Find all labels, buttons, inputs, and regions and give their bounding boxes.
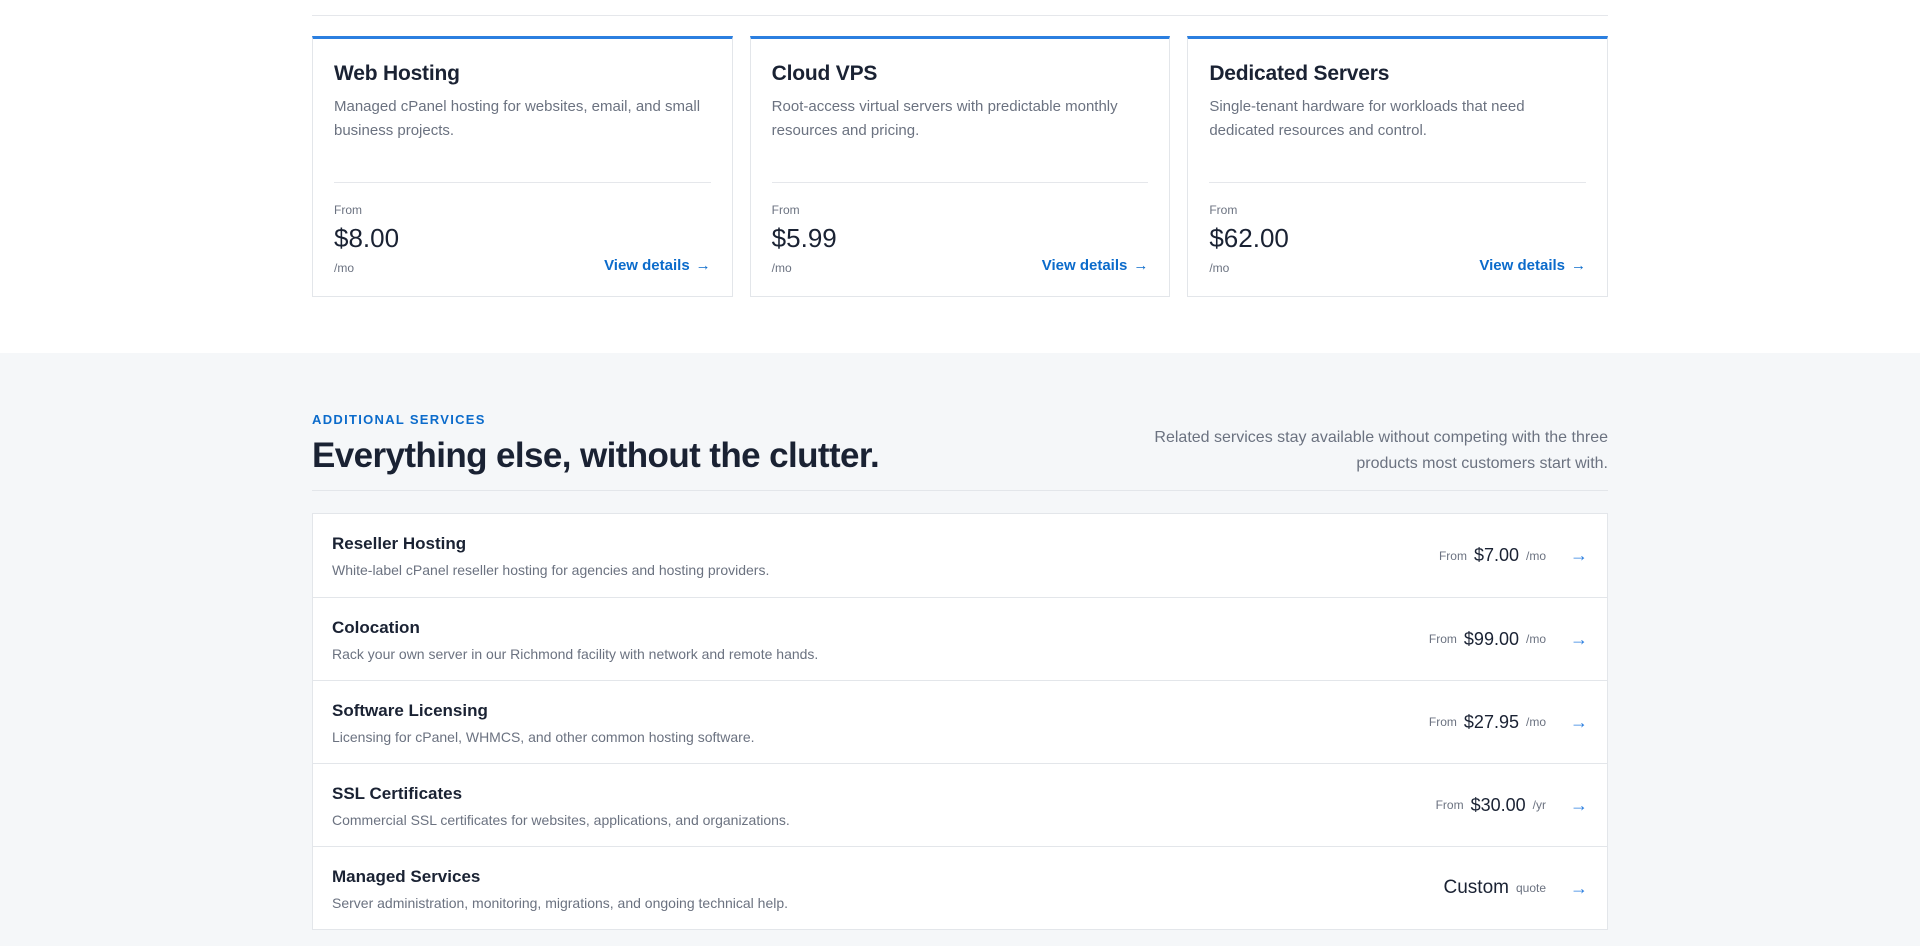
arrow-right-icon[interactable]: → xyxy=(1570,629,1588,650)
plan-from-label: From xyxy=(1209,203,1238,217)
view-details-link[interactable]: View details → xyxy=(604,257,711,274)
service-price-unit: /mo xyxy=(1525,715,1546,729)
service-row-reseller-hosting[interactable]: Reseller Hosting White-label cPanel rese… xyxy=(313,514,1607,597)
service-from-label: From xyxy=(1438,548,1467,563)
plan-title: Cloud VPS xyxy=(771,62,878,85)
arrow-right-icon: → xyxy=(695,257,711,274)
section-divider xyxy=(312,490,1608,491)
plan-divider xyxy=(771,182,1149,183)
service-description: Server administration, monitoring, migra… xyxy=(332,895,789,911)
service-pricing: From $99.00 /mo → xyxy=(1429,598,1588,680)
service-price: Custom xyxy=(1443,877,1509,898)
service-price: $99.00 xyxy=(1463,628,1519,649)
services-list: Reseller Hosting White-label cPanel rese… xyxy=(312,513,1608,930)
view-details-label: View details xyxy=(1041,257,1128,274)
top-divider xyxy=(312,15,1608,16)
service-price: $27.95 xyxy=(1463,711,1519,732)
plan-card-web-hosting[interactable]: Web Hosting Managed cPanel hosting for w… xyxy=(312,36,733,297)
service-pricing: From $30.00 /yr → xyxy=(1436,764,1588,846)
plan-card-cloud-vps[interactable]: Cloud VPS Root-access virtual servers wi… xyxy=(749,36,1171,297)
service-row-software-licensing[interactable]: Software Licensing Licensing for cPanel,… xyxy=(313,680,1607,763)
service-row-colocation[interactable]: Colocation Rack your own server in our R… xyxy=(313,597,1607,680)
plan-description: Managed cPanel hosting for websites, ema… xyxy=(334,98,701,139)
page: Web Hosting Managed cPanel hosting for w… xyxy=(0,0,1920,946)
plan-price-unit: /mo xyxy=(1209,261,1230,275)
plan-from-label: From xyxy=(334,203,362,217)
service-name: Software Licensing xyxy=(332,701,488,720)
arrow-right-icon: → xyxy=(1571,257,1587,274)
arrow-right-icon[interactable]: → xyxy=(1570,795,1588,816)
service-price: $30.00 xyxy=(1470,794,1526,815)
service-name: Reseller Hosting xyxy=(332,534,467,553)
plan-description: Root-access virtual servers with predict… xyxy=(771,98,1118,139)
service-description: Commercial SSL certificates for websites… xyxy=(332,812,790,828)
plan-price: $62.00 xyxy=(1209,223,1289,253)
plan-price: $5.99 xyxy=(771,223,837,253)
plan-from-label: From xyxy=(771,203,800,217)
view-details-label: View details xyxy=(1479,257,1566,274)
view-details-label: View details xyxy=(604,257,690,274)
plan-card-dedicated-servers[interactable]: Dedicated Servers Single-tenant hardware… xyxy=(1187,36,1609,297)
section-subtitle: Related services stay available without … xyxy=(1154,429,1608,472)
service-description: Licensing for cPanel, WHMCS, and other c… xyxy=(332,729,755,745)
service-row-managed-services[interactable]: Managed Services Server administration, … xyxy=(313,846,1607,929)
service-price: $7.00 xyxy=(1473,545,1519,565)
arrow-right-icon[interactable]: → xyxy=(1570,545,1588,566)
service-name: Managed Services xyxy=(332,867,481,886)
view-details-link[interactable]: View details → xyxy=(1479,257,1586,274)
service-from-label: From xyxy=(1428,632,1457,646)
plan-title: Web Hosting xyxy=(334,62,460,85)
plan-title: Dedicated Servers xyxy=(1209,62,1390,85)
additional-services-section: ADDITIONAL SERVICES Everything else, wit… xyxy=(0,353,1920,946)
plan-description: Single-tenant hardware for workloads tha… xyxy=(1209,98,1525,139)
service-price-unit: /yr xyxy=(1532,798,1546,812)
service-from-label: From xyxy=(1435,798,1464,812)
arrow-right-icon: → xyxy=(1133,257,1149,274)
plan-price-unit: /mo xyxy=(334,261,355,275)
service-pricing: From $27.95 /mo → xyxy=(1429,681,1588,763)
service-price-unit: /mo xyxy=(1525,548,1546,563)
arrow-right-icon[interactable]: → xyxy=(1570,712,1588,733)
service-name: Colocation xyxy=(332,618,420,637)
arrow-right-icon[interactable]: → xyxy=(1570,878,1588,899)
service-pricing: From $7.00 /mo → xyxy=(1439,514,1588,597)
service-description: White-label cPanel reseller hosting for … xyxy=(332,562,770,578)
service-name: SSL Certificates xyxy=(332,784,463,803)
service-price-unit: /mo xyxy=(1525,632,1546,646)
service-pricing: Custom quote → xyxy=(1444,847,1589,929)
plan-price-unit: /mo xyxy=(771,261,792,275)
service-row-ssl-certificates[interactable]: SSL Certificates Commercial SSL certific… xyxy=(313,763,1607,846)
plan-cards: Web Hosting Managed cPanel hosting for w… xyxy=(312,36,1609,297)
section-eyebrow: ADDITIONAL SERVICES xyxy=(312,412,486,427)
view-details-link[interactable]: View details → xyxy=(1042,257,1149,274)
plan-price: $8.00 xyxy=(334,223,400,253)
service-description: Rack your own server in our Richmond fac… xyxy=(332,646,819,662)
plan-divider xyxy=(334,182,711,183)
service-price-unit: quote xyxy=(1515,881,1546,895)
service-from-label: From xyxy=(1428,715,1457,729)
plan-divider xyxy=(1209,182,1587,183)
section-title: Everything else, without the clutter. xyxy=(312,436,880,475)
